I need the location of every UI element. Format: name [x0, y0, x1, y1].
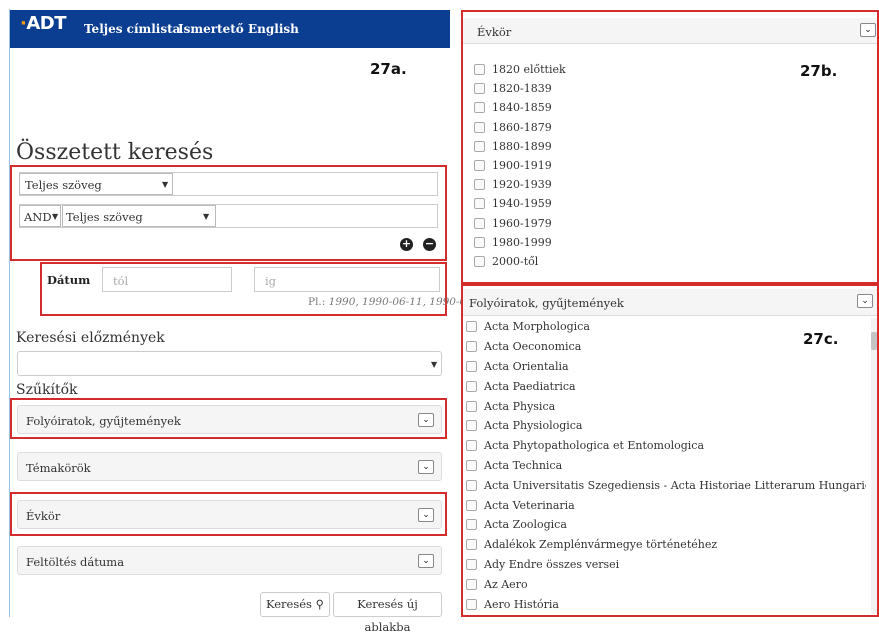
checkbox[interactable]: [466, 360, 477, 372]
list-item[interactable]: Acta Zoologica: [466, 515, 866, 535]
checkbox[interactable]: [466, 321, 477, 333]
operator-select[interactable]: AND ▼: [19, 205, 61, 227]
checkbox[interactable]: [466, 380, 477, 392]
checkbox[interactable]: [466, 420, 477, 432]
list-item[interactable]: Acta Technica: [466, 456, 866, 476]
filter-panel-evkor[interactable]: Évkör ⌄: [17, 500, 442, 529]
history-title: Keresési előzmények: [16, 330, 165, 346]
chevron-down-icon[interactable]: ⌄: [860, 23, 876, 37]
list-item[interactable]: Aero História: [466, 594, 866, 614]
nav-link-english[interactable]: English: [248, 22, 299, 36]
chevron-down-icon[interactable]: ⌄: [418, 460, 434, 474]
list-item[interactable]: 1820 előttiek: [474, 60, 774, 79]
checkbox[interactable]: [474, 121, 485, 133]
add-row-button[interactable]: +: [400, 238, 413, 251]
list-item[interactable]: 1940-1959: [474, 194, 774, 213]
chevron-down-icon[interactable]: ⌄: [418, 413, 434, 427]
search-icon: ⚲: [315, 597, 325, 611]
list-item[interactable]: Acta Physiologica: [466, 416, 866, 436]
checkbox[interactable]: [474, 140, 485, 152]
nav-link-about[interactable]: Ismertető: [178, 22, 244, 36]
checkbox[interactable]: [466, 519, 477, 531]
list-item[interactable]: 1920-1939: [474, 175, 774, 194]
figure-label-27b: 27b.: [800, 62, 838, 80]
checkbox[interactable]: [474, 102, 485, 114]
adt-logo[interactable]: ·ADT: [20, 13, 66, 34]
list-item[interactable]: 1980-1999: [474, 233, 774, 252]
checkbox[interactable]: [466, 479, 477, 491]
filter-panel-upload-date[interactable]: Feltöltés dátuma ⌄: [17, 546, 442, 575]
checkbox[interactable]: [474, 217, 485, 229]
nav-link-full-list[interactable]: Teljes címlista: [84, 22, 180, 36]
list-item[interactable]: 1880-1899: [474, 137, 774, 156]
caret-down-icon: ▼: [431, 360, 438, 369]
checkbox[interactable]: [474, 64, 485, 76]
checkbox[interactable]: [466, 341, 477, 353]
checkbox[interactable]: [466, 598, 477, 610]
checkbox[interactable]: [466, 539, 477, 551]
scrollbar-thumb[interactable]: [871, 332, 877, 350]
list-item[interactable]: Acta Veterinaria: [466, 495, 866, 515]
checkbox[interactable]: [474, 198, 485, 210]
list-item[interactable]: 1840-1859: [474, 98, 774, 117]
evkor-header[interactable]: Évkör ⌄: [463, 18, 877, 44]
date-to-input[interactable]: ig: [254, 267, 440, 292]
remove-row-button[interactable]: −: [423, 238, 436, 251]
list-item[interactable]: Acta Universitatis Szegediensis - Acta H…: [466, 475, 866, 495]
checkbox[interactable]: [474, 83, 485, 95]
chevron-down-icon[interactable]: ⌄: [857, 294, 873, 308]
caret-down-icon: ▼: [203, 212, 210, 221]
list-item[interactable]: 1860-1879: [474, 118, 774, 137]
page-title: Összetett keresés: [16, 140, 214, 165]
checkbox[interactable]: [474, 236, 485, 248]
search-button[interactable]: Keresés ⚲: [260, 592, 330, 617]
evkor-list: 1820 előttiek 1820-1839 1840-1859 1860-1…: [474, 60, 774, 271]
checkbox[interactable]: [474, 255, 485, 267]
history-select[interactable]: ▼: [17, 351, 442, 376]
list-item[interactable]: Az Aero: [466, 574, 866, 594]
list-item[interactable]: 1820-1839: [474, 79, 774, 98]
list-item[interactable]: Acta Orientalia: [466, 357, 866, 377]
list-item[interactable]: 1900-1919: [474, 156, 774, 175]
figure-label-27a: 27a.: [370, 60, 407, 78]
checkbox[interactable]: [466, 459, 477, 471]
checkbox[interactable]: [466, 440, 477, 452]
list-item[interactable]: Ady Endre összes versei: [466, 555, 866, 575]
chevron-down-icon[interactable]: ⌄: [418, 508, 434, 522]
journals-scrollbar[interactable]: [871, 318, 877, 614]
caret-down-icon: ▼: [52, 212, 59, 221]
list-item[interactable]: Acta Phytopathologica et Entomologica: [466, 436, 866, 456]
checkbox[interactable]: [466, 400, 477, 412]
filter-panel-journals[interactable]: Folyóiratok, gyűjtemények ⌄: [17, 405, 442, 434]
journals-header[interactable]: Folyóiratok, gyűjtemények ⌄: [463, 289, 877, 316]
list-item[interactable]: 1960-1979: [474, 214, 774, 233]
filter-panel-topics[interactable]: Témakörök ⌄: [17, 452, 442, 481]
checkbox[interactable]: [466, 578, 477, 590]
filters-title: Szűkítők: [16, 382, 78, 398]
field-select-1[interactable]: Teljes szöveg ▼: [19, 173, 173, 195]
chevron-down-icon[interactable]: ⌄: [418, 554, 434, 568]
date-label: Dátum: [47, 273, 91, 287]
journals-list: Acta Morphologica Acta Oeconomica Acta O…: [466, 317, 866, 614]
list-item[interactable]: Acta Paediatrica: [466, 376, 866, 396]
list-item[interactable]: Acta Oeconomica: [466, 337, 866, 357]
list-item[interactable]: Acta Morphologica: [466, 317, 866, 337]
checkbox[interactable]: [466, 499, 477, 511]
caret-down-icon: ▼: [162, 180, 169, 189]
checkbox[interactable]: [466, 558, 477, 570]
search-new-window-button[interactable]: Keresés új ablakba: [333, 592, 442, 634]
date-from-input[interactable]: tól: [102, 267, 232, 292]
checkbox[interactable]: [474, 160, 485, 172]
field-select-2[interactable]: Teljes szöveg ▼: [62, 205, 216, 227]
list-item[interactable]: Acta Physica: [466, 396, 866, 416]
checkbox[interactable]: [474, 179, 485, 191]
list-item[interactable]: 2000-től: [474, 252, 774, 271]
list-item[interactable]: Adalékok Zemplénvármegye történetéhez: [466, 535, 866, 555]
date-format-hint: Pl.: 1990, 1990-06-11, 1990-06: [308, 296, 473, 308]
